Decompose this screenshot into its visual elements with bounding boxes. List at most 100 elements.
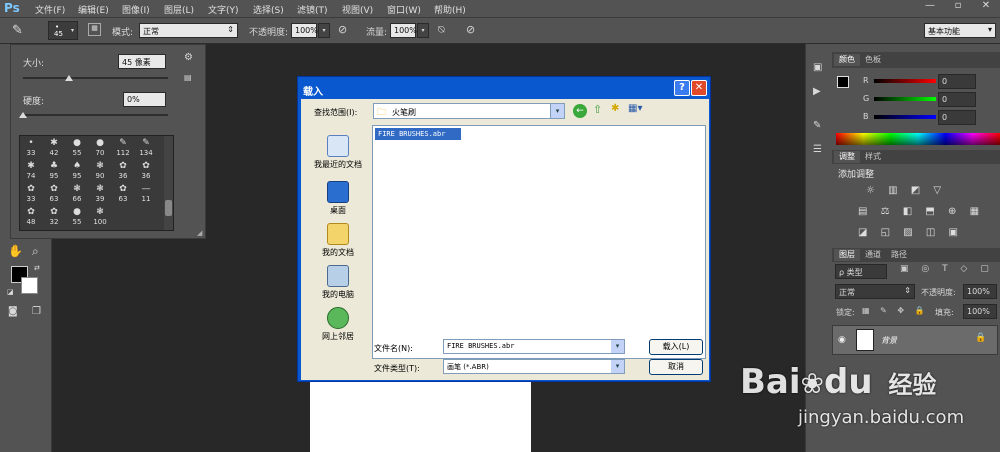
channel-value[interactable]: 0 [938,92,976,107]
brush-preset-glyph[interactable]: • [25,139,37,148]
hardness-slider-handle[interactable] [19,112,27,118]
brush-preset-glyph[interactable]: ❃ [94,185,106,194]
brush-preset-glyph[interactable]: ✎ [140,139,152,148]
file-list[interactable]: FIRE BRUSHES.abr [372,125,706,359]
brush-tool-icon[interactable]: ✎ [12,23,23,38]
hardness-slider-track[interactable] [23,114,168,116]
file-item[interactable]: FIRE BRUSHES.abr [375,128,461,140]
hand-tool-icon[interactable]: ✋ [8,244,23,258]
workspace-select[interactable]: 基本功能 ▾ [924,23,996,38]
filetype-select[interactable]: 画笔 (*.ABR) ▾ [443,359,625,374]
place-network[interactable]: 网上邻居 [307,307,369,342]
flow-dropdown-button[interactable]: ▾ [417,23,429,38]
history-panel-icon[interactable]: ▣ [813,62,822,73]
new-folder-icon[interactable]: ✱ [611,103,619,114]
minimize-button[interactable]: — [916,0,944,15]
screen-mode-icon[interactable]: ❐ [32,306,41,317]
new-preset-icon[interactable]: ▤ [184,73,192,82]
brush-preset-glyph[interactable]: ✿ [25,185,37,194]
place-recent[interactable]: 我最近的文档 [307,135,369,170]
gear-icon[interactable]: ⚙ [184,52,193,63]
tab-layers[interactable]: 图层 [834,249,860,261]
up-folder-icon[interactable]: ⇧ [593,103,602,116]
actions-panel-icon[interactable]: ▶ [813,86,821,97]
brush-preset-glyph[interactable]: ✿ [48,208,60,217]
back-icon[interactable]: ← [573,104,587,118]
layer-opacity-input[interactable]: 100% [963,284,997,299]
pressure-opacity-icon[interactable]: ⊘ [338,23,347,36]
brush-panel-toggle-icon[interactable]: ▦ [88,23,101,36]
layer-kind-filter[interactable]: ρ 类型 [835,264,887,279]
brush-preset-glyph[interactable]: ✿ [25,208,37,217]
background-color-swatch[interactable] [21,277,38,294]
look-in-select[interactable]: 🗀 火笔刷 ▾ [373,103,565,119]
size-slider-handle[interactable] [65,75,74,81]
brush-picker-button[interactable]: • 45 ▾ [48,21,78,40]
tab-styles[interactable]: 样式 [860,151,886,163]
brush-preset-glyph[interactable]: — [140,185,152,194]
dialog-help-button[interactable]: ? [674,80,690,96]
airbrush-icon[interactable]: ⍉ [438,23,445,37]
channel-slider[interactable] [874,97,936,101]
brush-preset-glyph[interactable]: ✿ [48,185,60,194]
window-close-button[interactable]: ✕ [972,0,1000,15]
place-my-documents[interactable]: 我的文档 [307,223,369,258]
chevron-down-icon[interactable]: ▾ [611,360,624,373]
tab-paths[interactable]: 路径 [886,249,912,261]
default-colors-icon[interactable]: ◪ [7,288,14,296]
tab-color[interactable]: 颜色 [834,54,860,66]
channel-value[interactable]: 0 [938,74,976,89]
brush-preset-glyph[interactable]: ✿ [117,185,129,194]
fill-input[interactable]: 100% [963,304,997,319]
lock-icons[interactable]: ▦ ✎ ✥ 🔒 [862,306,929,315]
adjustment-icons-row-1[interactable]: ☼ ▥ ◩ ▽ [866,185,946,196]
quick-mask-icon[interactable]: ◙ [8,306,18,317]
dialog-close-button[interactable]: ✕ [691,80,707,96]
size-value-field[interactable]: 45 像素 [118,54,166,69]
zoom-tool-icon[interactable]: ⌕ [32,244,39,259]
color-spectrum-ramp[interactable] [836,133,1000,145]
hardness-value-field[interactable]: 0% [123,92,166,107]
menu-view[interactable]: 视图(V) [342,3,373,16]
view-menu-icon[interactable]: ▦▾ [628,103,642,114]
restore-button[interactable]: ▫ [944,0,972,15]
menu-filter[interactable]: 滤镜(T) [297,3,328,16]
menu-layer[interactable]: 图层(L) [164,3,194,16]
brush-preset-glyph[interactable]: ● [71,208,83,217]
menu-select[interactable]: 选择(S) [253,3,284,16]
cancel-button[interactable]: 取消 [649,359,703,375]
brush-preset-glyph[interactable]: ❃ [71,185,83,194]
brush-preset-glyph[interactable]: ✿ [140,162,152,171]
brush-panel-icon[interactable]: ✎ [813,120,821,131]
channel-value[interactable]: 0 [938,110,976,125]
opacity-dropdown-button[interactable]: ▾ [318,23,330,38]
channel-slider[interactable] [874,79,936,83]
menu-help[interactable]: 帮助(H) [434,3,466,16]
eye-icon[interactable]: ◉ [838,335,846,345]
swap-colors-icon[interactable]: ⇄ [34,264,40,272]
tab-adjustments[interactable]: 调整 [834,151,860,163]
filename-input[interactable]: FIRE BRUSHES.abr ▾ [443,339,625,354]
opacity-input[interactable]: 100% [291,23,318,38]
brush-preset-glyph[interactable]: ● [94,139,106,148]
document-canvas[interactable] [310,380,531,452]
brush-preset-glyph[interactable]: ✱ [48,139,60,148]
load-button[interactable]: 载入(L) [649,339,703,355]
menu-type[interactable]: 文字(Y) [208,3,239,16]
resize-grip-icon[interactable]: ◢ [197,229,202,237]
brush-preset-glyph[interactable]: ✱ [25,162,37,171]
menu-image[interactable]: 图像(I) [122,3,150,16]
menu-window[interactable]: 窗口(W) [387,3,421,16]
menu-file[interactable]: 文件(F) [35,3,65,16]
brush-preset-glyph[interactable]: ● [71,139,83,148]
menu-edit[interactable]: 编辑(E) [78,3,109,16]
tab-channels[interactable]: 通道 [860,249,886,261]
mode-select[interactable]: 正常 ⇕ [139,23,238,38]
properties-panel-icon[interactable]: ☰ [813,144,822,155]
tab-swatches[interactable]: 色板 [860,54,886,66]
brush-preset-glyph[interactable]: ❃ [94,208,106,217]
adjustment-icons-row-2[interactable]: ▤ ⚖ ◧ ⬒ ⊕ ▦ [858,206,984,217]
size-slider-track[interactable] [23,77,168,79]
preset-scrollbar[interactable] [164,136,173,230]
place-desktop[interactable]: 桌面 [307,181,369,216]
